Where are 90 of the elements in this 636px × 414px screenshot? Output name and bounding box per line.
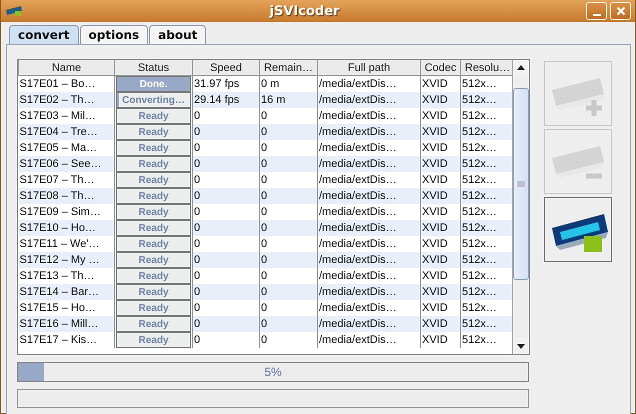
table-cell: 512x… [460,188,512,204]
table-cell: /media/extDis… [318,316,420,332]
minimize-button[interactable] [586,2,607,20]
table-cell: XVID [420,284,460,300]
column-header[interactable]: Name [18,60,114,76]
status-label: Ready [138,334,168,346]
table-cell: 0 [260,252,318,268]
table-cell: XVID [420,252,460,268]
status-label: Ready [138,318,168,330]
table-cell: S17E06 – See… [18,156,114,172]
table-cell: 512x… [460,284,512,300]
close-icon [616,6,626,16]
table-cell: S17E17 – Kis… [18,332,114,348]
status-label: Converting… [122,94,185,106]
table-cell: S17E10 – Ho… [18,220,114,236]
status-label: Ready [138,190,168,202]
column-header[interactable]: Resolu… [460,60,512,76]
status-label: Ready [138,254,168,266]
table-cell: /media/extDis… [318,332,420,348]
table-cell: XVID [420,220,460,236]
table-cell: 29.14 fps [192,92,260,108]
column-header[interactable]: Remain… [260,60,318,76]
table-cell: XVID [420,332,460,348]
table-cell: 0 [260,156,318,172]
column-header[interactable]: Codec [420,60,460,76]
column-header[interactable]: Speed [192,60,260,76]
table-cell: XVID [420,188,460,204]
table-cell: 0 [192,332,260,348]
table-cell: 0 [260,188,318,204]
table-cell: S17E14 – Bar… [18,284,114,300]
status-label: Ready [138,158,168,170]
status-label: Done. [140,78,168,90]
table-cell: 0 [260,124,318,140]
tab[interactable]: about [149,25,206,44]
tool-button[interactable] [544,197,612,262]
status-label: Ready [138,302,168,314]
table-cell: /media/extDis… [318,156,420,172]
table-cell: /media/extDis… [318,252,420,268]
table-cell: XVID [420,156,460,172]
table-cell: S17E16 – Mill… [18,316,114,332]
table-cell: XVID [420,92,460,108]
status-label: Ready [138,110,168,122]
table-cell: 0 [192,124,260,140]
table-cell: /media/extDis… [318,188,420,204]
table-cell: 0 [192,156,260,172]
table-cell: 0 [260,316,318,332]
table-cell: S17E04 – Tre… [18,124,114,140]
status-label: Ready [138,206,168,218]
minimize-icon [592,14,600,16]
status-label: Ready [138,270,168,282]
table-cell: S17E12 – My … [18,252,114,268]
status-label: Ready [138,142,168,154]
table-cell: 0 [192,252,260,268]
status-label: Ready [138,174,168,186]
scroll-thumb[interactable] [513,88,529,280]
progress-label: 5% [264,365,282,379]
tab[interactable]: convert [9,25,79,44]
table-cell: 512x… [460,316,512,332]
table-cell: /media/extDis… [318,124,420,140]
table-cell: 512x… [460,220,512,236]
table-cell: 0 [192,220,260,236]
table-cell: XVID [420,124,460,140]
table-cell: 512x… [460,124,512,140]
table-cell: S17E08 – Th… [18,188,114,204]
column-header[interactable]: Status [114,60,192,76]
table-cell: /media/extDis… [318,92,420,108]
tab[interactable]: options [80,25,148,44]
film-icon [5,5,23,17]
table-cell: 0 [192,188,260,204]
table-cell: 512x… [460,252,512,268]
status-label: Ready [138,222,168,234]
close-button[interactable] [610,2,631,20]
table-cell: 0 [260,284,318,300]
table-cell: 16 m [260,92,318,108]
window-title: jSVIcoder [268,4,340,18]
table-cell: /media/extDis… [318,284,420,300]
column-header[interactable]: Full path [318,60,420,76]
table-cell: 0 [192,316,260,332]
table-cell: 512x… [460,156,512,172]
table-cell: S17E02 – Th… [18,92,114,108]
table-cell: 0 [192,284,260,300]
status-label: Ready [138,126,168,138]
status-label: Ready [138,286,168,298]
status-label: Ready [138,238,168,250]
scrollbar[interactable] [512,60,530,354]
table-cell: 512x… [460,92,512,108]
table-cell: 0 [260,332,318,348]
table-cell: XVID [420,316,460,332]
table-cell: 0 [260,220,318,236]
table-cell: /media/extDis… [318,220,420,236]
